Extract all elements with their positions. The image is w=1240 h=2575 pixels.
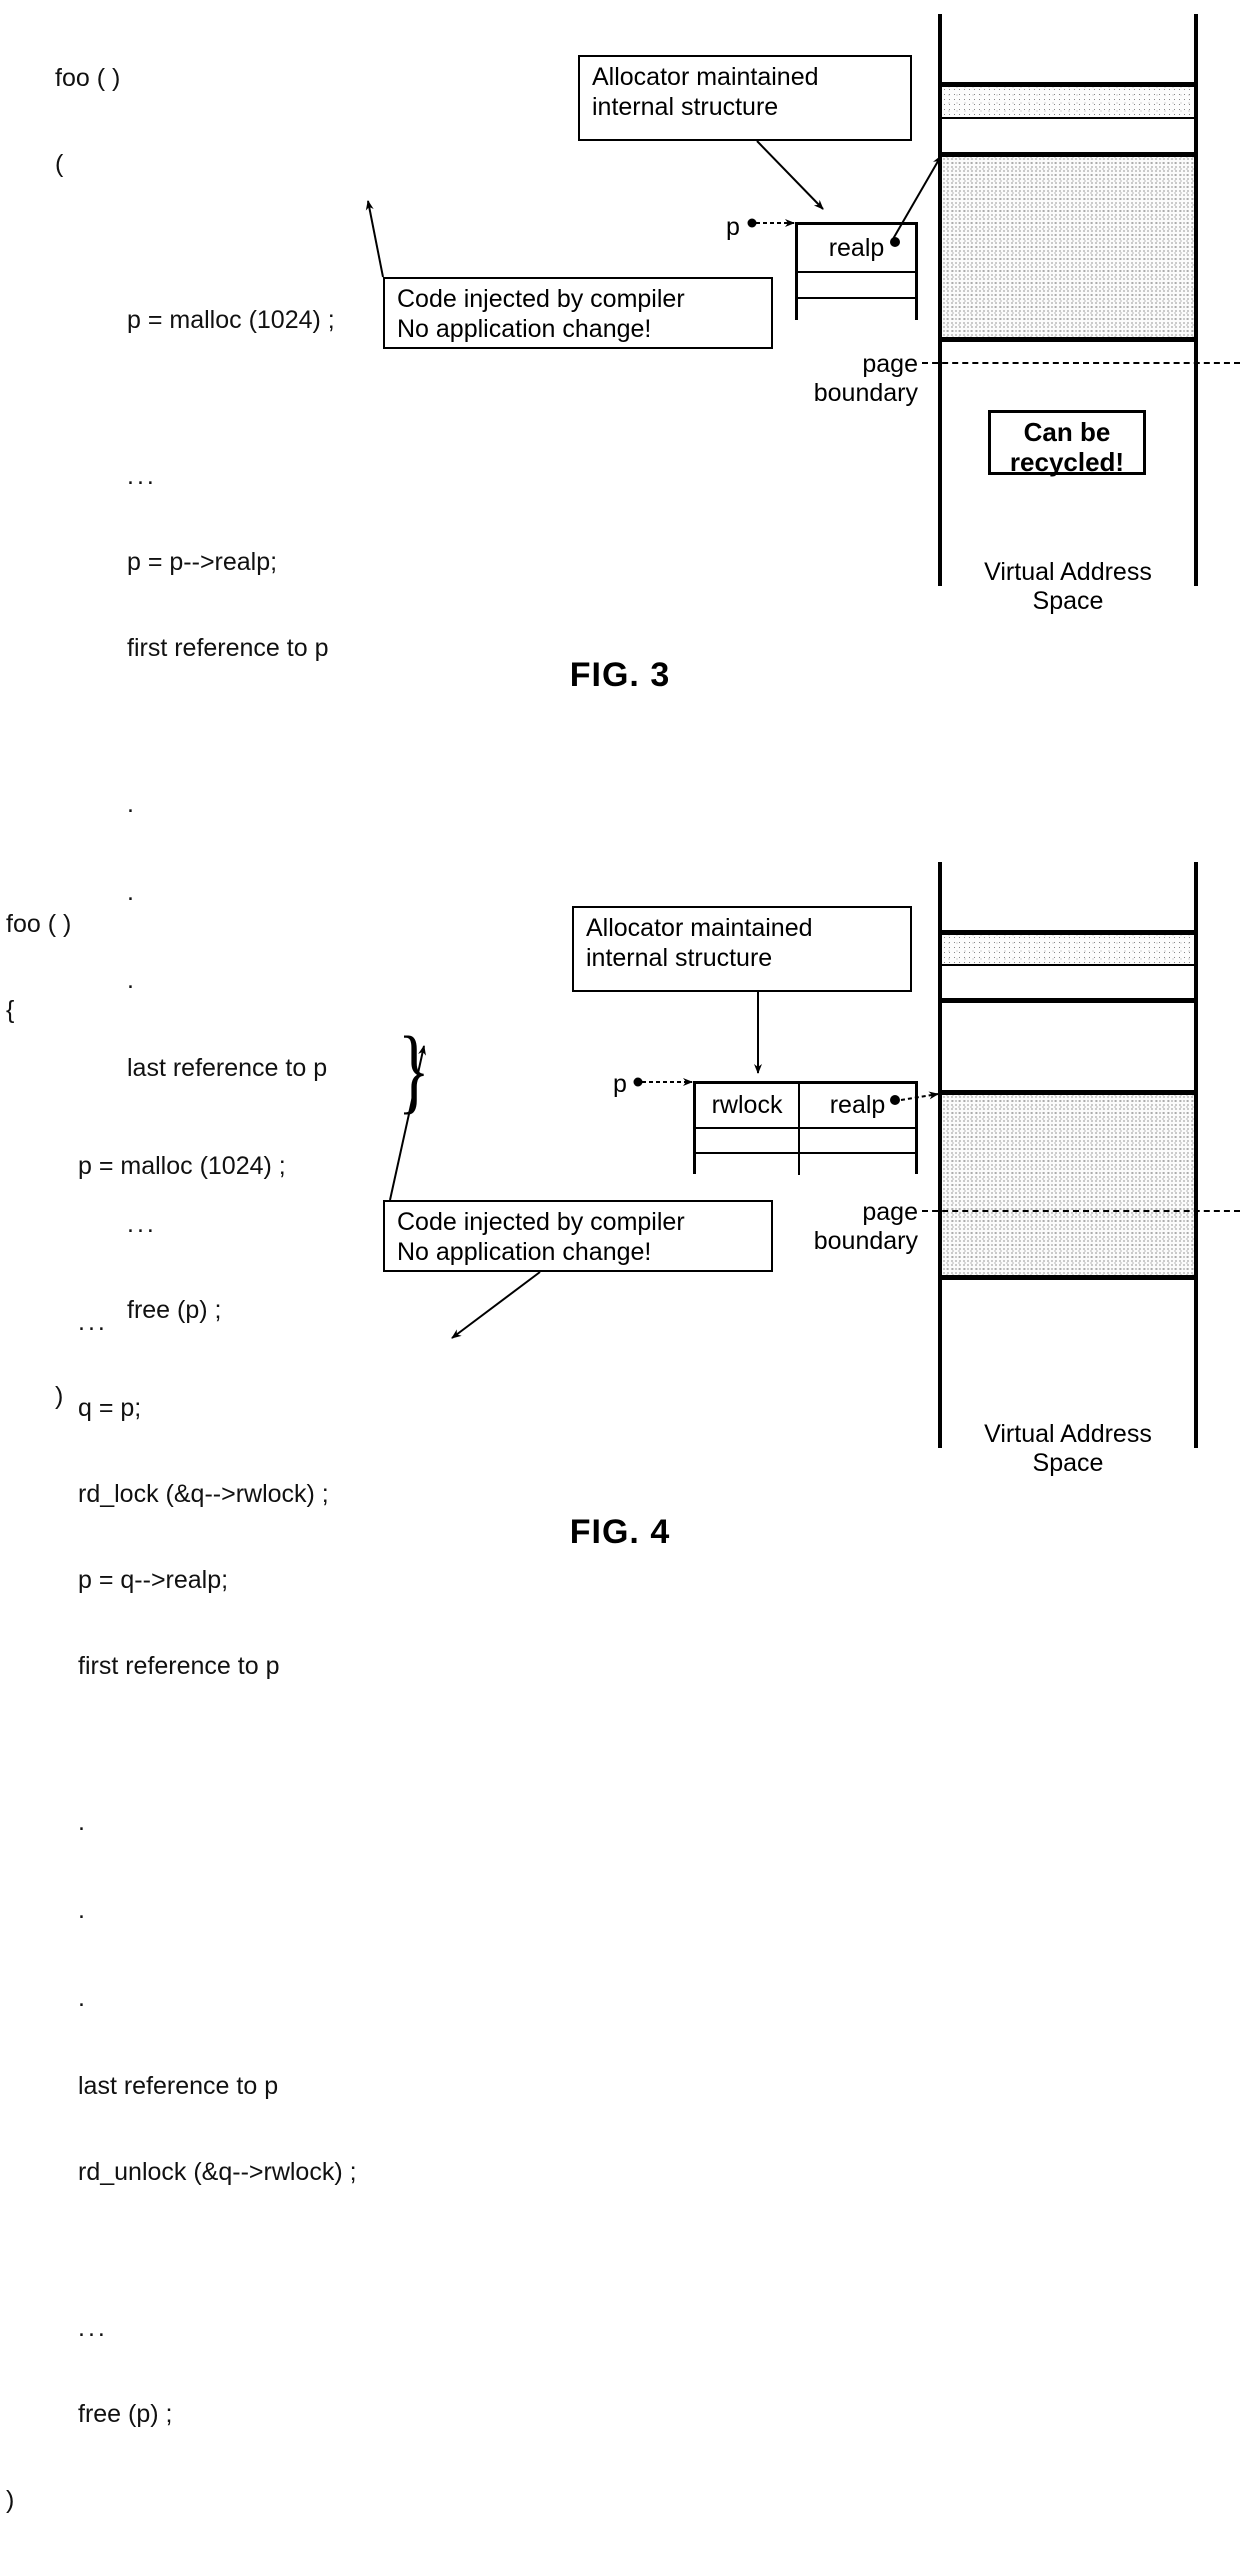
code-line: ... [78, 2314, 108, 2342]
struct-cell-realp: realp [829, 1091, 886, 1119]
code-line: foo ( ) [6, 910, 72, 938]
fig4-memory-block-allocated [942, 1090, 1194, 1280]
struct-row [798, 273, 915, 299]
code-line: p = malloc (1024) ; [127, 306, 335, 334]
code-line: foo ( ) [55, 64, 121, 92]
struct-row: rwlock realp [696, 1084, 915, 1129]
struct-cell [798, 273, 915, 297]
fig3-allocator-struct: realp [795, 222, 918, 320]
struct-row [696, 1154, 915, 1175]
code-line: p = p-->realp; [127, 548, 278, 576]
fig3-pointer-label-p: p [726, 213, 740, 241]
fig4-vas-caption: Virtual Address Space [984, 1420, 1152, 1477]
fig4-vas-right-rail [1194, 862, 1198, 1448]
figure-3: foo ( ) ( p = malloc (1024) ; ... p = p-… [0, 0, 1240, 1409]
fig3-page-boundary-label: page boundary [813, 350, 918, 407]
code-line: ) [6, 2486, 15, 2514]
struct-cell [696, 1129, 801, 1152]
fig4-pointer-label-p: p [613, 1070, 627, 1098]
code-spacer [6, 2246, 357, 2266]
struct-cell [696, 1154, 801, 1175]
struct-row [696, 1129, 915, 1154]
fig3-vas-right-rail [1194, 14, 1198, 586]
fig4-injected-code-callout: Code injected by compiler No application… [383, 1200, 773, 1272]
fig3-label: FIG. 3 [569, 656, 671, 694]
code-line: ... [127, 462, 157, 490]
figure-4: foo ( ) { p = malloc (1024) ; ... q = p;… [0, 848, 1240, 2513]
fig4-label: FIG. 4 [569, 1513, 671, 1551]
fig3-vas-caption: Virtual Address Space [984, 558, 1152, 615]
code-line: . [78, 1984, 85, 2012]
code-line: . [78, 1808, 85, 1836]
code-spacer [55, 394, 335, 414]
fig3-can-be-recycled-box: Can be recycled! [988, 410, 1146, 476]
fig3-allocator-callout: Allocator maintained internal structure [578, 55, 912, 141]
fig4-memory-band-small [942, 930, 1194, 966]
code-line: { [6, 996, 15, 1024]
fig3-page-boundary-line [922, 362, 1240, 364]
struct-cell [800, 1154, 915, 1175]
fig4-allocator-struct: rwlock realp [693, 1081, 918, 1175]
code-spacer [6, 1240, 357, 1260]
code-line: q = p; [78, 1394, 142, 1422]
code-spacer [6, 1740, 357, 1760]
code-line: . [78, 1896, 85, 1924]
struct-cell-rwlock: rwlock [696, 1084, 801, 1127]
code-spacer [6, 1084, 357, 1104]
code-line: . [127, 790, 134, 818]
code-line: ( [55, 150, 64, 178]
code-line: ... [78, 1308, 108, 1336]
fig3-memory-block-allocated [942, 152, 1194, 342]
fig3-injected-code-callout: Code injected by compiler No application… [383, 277, 773, 349]
fig4-code-listing: foo ( ) { p = malloc (1024) ; ... q = p;… [6, 862, 357, 2574]
struct-cell [798, 299, 915, 323]
fig4-memory-band-free [942, 966, 1194, 1003]
fig4-allocator-callout: Allocator maintained internal structure [572, 906, 912, 992]
fig4-code-grouping-brace: } [398, 1017, 430, 1124]
fig4-page-boundary-line [922, 1210, 1240, 1212]
fig3-memory-band-small [942, 82, 1194, 119]
struct-cell [800, 1129, 915, 1152]
struct-row: realp [798, 225, 915, 273]
fig4-page-boundary-label: page boundary [813, 1198, 918, 1255]
code-line: p = malloc (1024) ; [78, 1152, 286, 1180]
struct-cell-realp: realp [828, 233, 885, 262]
code-spacer [55, 238, 335, 258]
struct-row [798, 299, 915, 323]
code-line: free (p) ; [78, 2400, 173, 2428]
code-line: first reference to p [78, 1652, 280, 1680]
code-spacer [55, 722, 335, 742]
code-line: last reference to p [78, 2072, 279, 2100]
code-line: p = q-->realp; [78, 1566, 229, 1594]
code-line: rd_unlock (&q-->rwlock) ; [78, 2158, 357, 2186]
